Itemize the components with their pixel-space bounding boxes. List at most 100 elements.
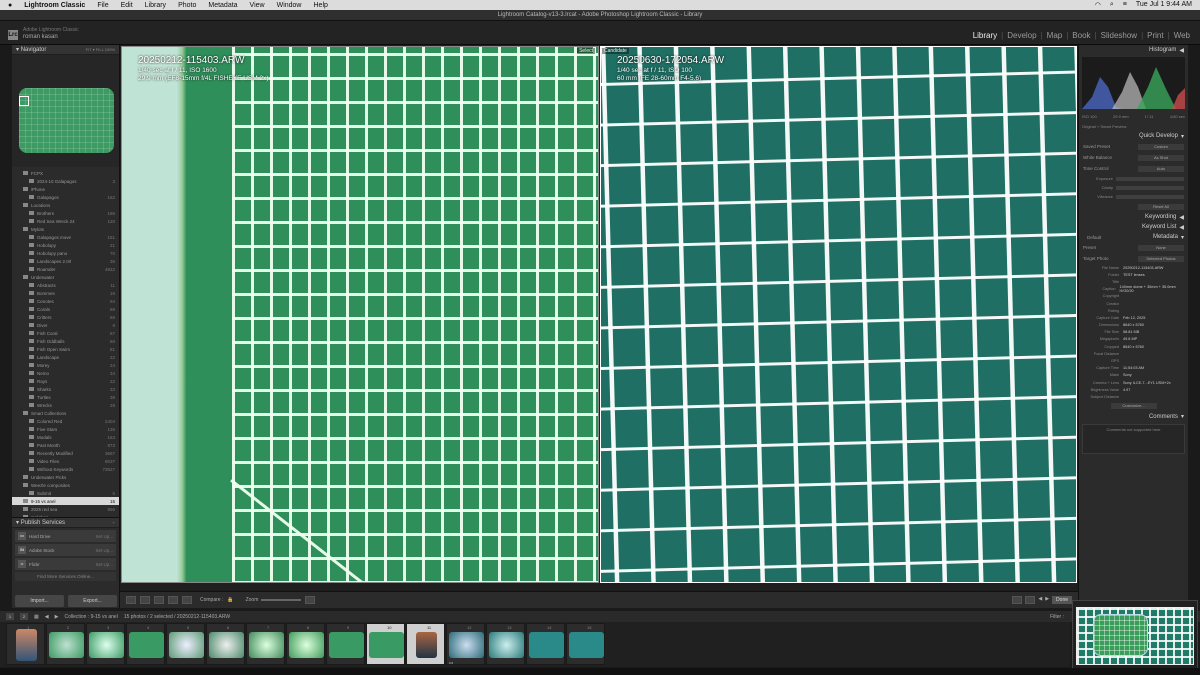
collection-row[interactable]: Modals 163 xyxy=(12,433,119,441)
candidate-image[interactable]: 20250630-172054.ARW 1/40 sec at f / 11, … xyxy=(600,46,1077,583)
forward-icon[interactable]: ▶ xyxy=(55,614,59,620)
menu-file[interactable]: File xyxy=(97,2,108,9)
white-balance-select[interactable]: As Shot xyxy=(1138,154,1184,161)
zoom-slider[interactable] xyxy=(261,599,302,601)
menu-metadata[interactable]: Metadata xyxy=(208,2,237,9)
add-icon[interactable]: + xyxy=(113,520,115,525)
metadata-header[interactable]: Default Metadata ▾ xyxy=(1079,232,1188,242)
zoom-control[interactable]: Zoom xyxy=(246,597,302,603)
import-button[interactable]: Import... xyxy=(15,595,64,607)
collection-row[interactable]: Galapagos move 151 xyxy=(12,233,119,241)
collection-row[interactable]: iPhone xyxy=(12,185,119,193)
collection-row[interactable]: Recently Modified 3667 xyxy=(12,449,119,457)
collection-row[interactable]: Rays 22 xyxy=(12,377,119,385)
filmstrip-cell[interactable]: 5 xyxy=(166,623,205,665)
loupe-view-icon[interactable] xyxy=(140,596,150,604)
metadata-value[interactable]: 4.97 xyxy=(1123,388,1130,392)
menu-library[interactable]: Library xyxy=(145,2,166,9)
auto-tone-button[interactable]: Auto xyxy=(1138,165,1184,172)
menu-window[interactable]: Window xyxy=(277,2,302,9)
comments-header[interactable]: Comments ▾ xyxy=(1079,412,1188,422)
make-select-icon[interactable] xyxy=(1025,596,1036,604)
collection-row[interactable]: Hobolopy pano 70 xyxy=(12,249,119,257)
lock-icon[interactable]: 🔒 xyxy=(227,597,233,603)
collection-row[interactable]: Fish Open Swim 81 xyxy=(12,345,119,353)
metadata-preset-select[interactable]: Default xyxy=(1079,235,1101,240)
filmstrip-cell[interactable]: 14 xyxy=(526,623,565,665)
people-view-icon[interactable] xyxy=(182,596,192,604)
metadata-value[interactable]: 8640 x 5760 xyxy=(1123,345,1144,349)
collection-row[interactable]: Cenotes 94 xyxy=(12,297,119,305)
module-library[interactable]: Library xyxy=(973,31,997,40)
prev-arrow-icon[interactable]: ◀ xyxy=(1038,596,1042,604)
collection-row[interactable]: Critters 68 xyxy=(12,313,119,321)
collection-row[interactable]: Video Files 8037 xyxy=(12,457,119,465)
collection-row[interactable]: Without Keywords 73627 xyxy=(12,465,119,473)
search-icon[interactable]: ⌕ xyxy=(1110,1,1114,9)
collection-row[interactable]: Red Sea Wreck 24 120 xyxy=(12,217,119,225)
collection-row[interactable]: FCPX xyxy=(12,169,119,177)
collection-row[interactable]: Hobolopy 21 xyxy=(12,241,119,249)
navigator-header[interactable]: ▾ Navigator FIT ▾ FILL 100% xyxy=(12,45,119,55)
exposure-buttons[interactable] xyxy=(1116,176,1184,181)
collection-row[interactable]: Landscapes 2.0rl 36 xyxy=(12,257,119,265)
histogram-header[interactable]: Histogram ◀ xyxy=(1079,45,1188,55)
collection-row[interactable]: Bommes 16 xyxy=(12,289,119,297)
service-flickr[interactable]: •• Flickr Set Up... xyxy=(15,558,116,570)
wifi-icon[interactable]: ◠ xyxy=(1095,1,1101,9)
metadata-value[interactable]: Sony xyxy=(1123,373,1132,377)
collection-row[interactable]: Turtles 38 xyxy=(12,393,119,401)
collection-row[interactable]: Underwater Picks xyxy=(12,473,119,481)
filmstrip-cell[interactable]: 8 xyxy=(286,623,325,665)
clarity-buttons[interactable] xyxy=(1116,185,1184,190)
filmstrip-cell[interactable]: 9 xyxy=(326,623,365,665)
collection-row[interactable]: Roamder 4822 xyxy=(12,265,119,273)
target-select[interactable]: Selected Photos xyxy=(1138,255,1184,262)
survey-view-icon[interactable] xyxy=(168,596,178,604)
screen-2-button[interactable]: 2 xyxy=(20,613,28,620)
export-button[interactable]: Export... xyxy=(68,595,117,607)
collection-row[interactable]: Diver 8 xyxy=(12,321,119,329)
menu-help[interactable]: Help xyxy=(314,2,328,9)
collection-row[interactable]: 2024-10 Galapagos 3 xyxy=(12,177,119,185)
module-book[interactable]: Book xyxy=(1072,31,1090,40)
collection-row[interactable]: Abstracts 11 xyxy=(12,281,119,289)
selection-info[interactable]: 15 photos / 2 selected / 20250212-115403… xyxy=(124,614,230,620)
collection-row[interactable]: 2025 red sea 956 xyxy=(12,505,119,513)
collection-row[interactable]: Fish Coral 67 xyxy=(12,329,119,337)
collection-row[interactable]: Submit 5 xyxy=(12,489,119,497)
collection-row[interactable]: Underwater xyxy=(12,273,119,281)
service-adobe-stock[interactable]: St Adobe Stock Set Up... xyxy=(15,544,116,556)
done-button[interactable]: Done xyxy=(1052,596,1072,604)
menu-app[interactable]: Lightroom Classic xyxy=(24,2,85,9)
collection-row[interactable]: Sharks 33 xyxy=(12,385,119,393)
menu-photo[interactable]: Photo xyxy=(178,2,196,9)
collection-row[interactable]: Smart Collections xyxy=(12,409,119,417)
keyword-list-header[interactable]: Keyword List ◀ xyxy=(1079,222,1188,232)
collection-row[interactable]: Corals 69 xyxy=(12,305,119,313)
filmstrip-cell[interactable]: 12 ••• xyxy=(446,623,485,665)
menu-edit[interactable]: Edit xyxy=(121,2,133,9)
saved-preset-select[interactable]: Custom xyxy=(1138,143,1184,150)
filmstrip-cell[interactable]: 10 xyxy=(366,623,405,665)
metadata-value[interactable]: 20250212-115403.ARW xyxy=(1123,266,1163,270)
find-more-services[interactable]: Find More Services Online... xyxy=(15,572,116,581)
module-develop[interactable]: Develop xyxy=(1007,31,1036,40)
metadata-value[interactable]: Feb 12, 2025 xyxy=(1123,316,1145,320)
customize-button[interactable]: Customize... xyxy=(1110,403,1157,410)
screen-1-button[interactable]: 1 xyxy=(6,613,14,620)
metadata-value[interactable]: TEST lenses xyxy=(1123,273,1145,277)
filmstrip-cell[interactable]: 7 xyxy=(246,623,285,665)
collection-row[interactable]: Colored Red 2404 xyxy=(12,417,119,425)
collection-row[interactable]: Galapagos 162 xyxy=(12,193,119,201)
filmstrip-cell[interactable]: 4 xyxy=(126,623,165,665)
filmstrip-cell[interactable]: 6 xyxy=(206,623,245,665)
collection-row[interactable]: Brothers 186 xyxy=(12,209,119,217)
navigator-preview[interactable] xyxy=(12,55,119,167)
back-icon[interactable]: ◀ xyxy=(45,614,49,620)
filmstrip-cell[interactable]: 3 xyxy=(86,623,125,665)
next-arrow-icon[interactable]: ▶ xyxy=(1045,596,1049,604)
compare-view-icon[interactable] xyxy=(154,596,164,604)
control-center-icon[interactable]: ≡ xyxy=(1123,1,1127,9)
source-collection[interactable]: Collection : 9-15 vs anel xyxy=(64,614,117,620)
